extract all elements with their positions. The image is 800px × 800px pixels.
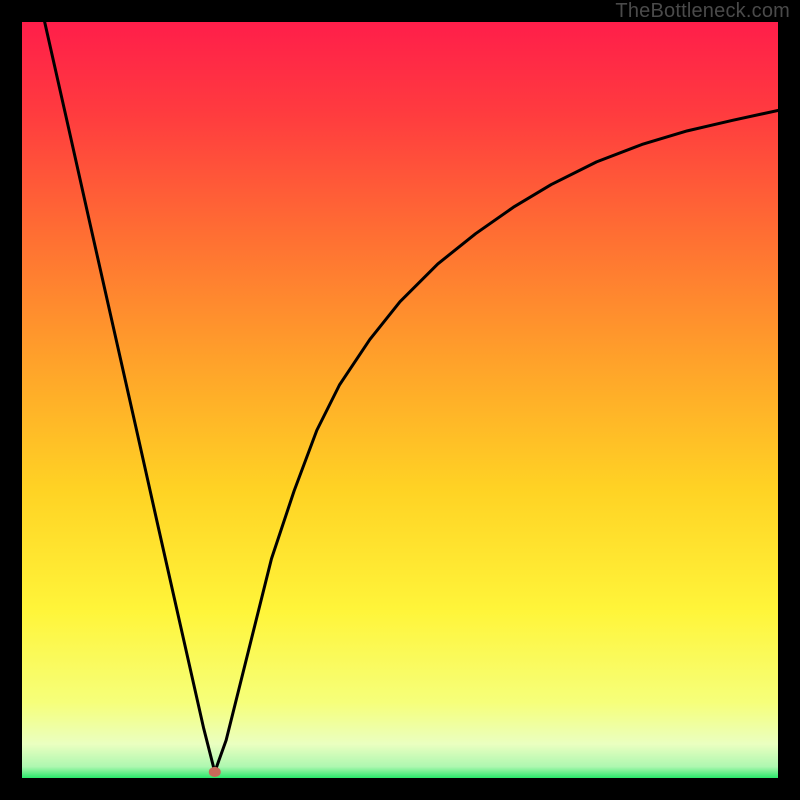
chart-frame bbox=[22, 22, 778, 778]
watermark-text: TheBottleneck.com bbox=[615, 0, 790, 23]
bottleneck-chart bbox=[22, 22, 778, 778]
minimum-marker bbox=[209, 767, 221, 777]
gradient-background bbox=[22, 22, 778, 778]
